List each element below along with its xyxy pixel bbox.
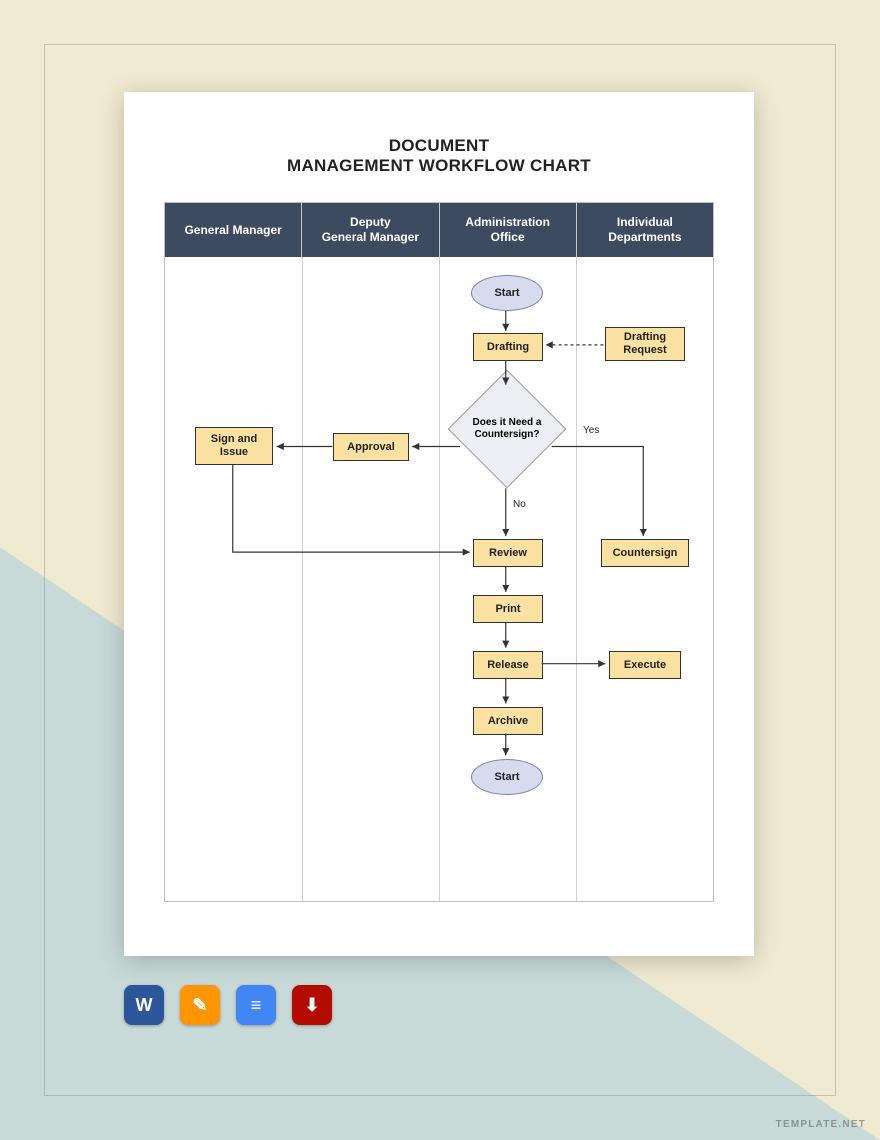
drafting-request-node: Drafting Request — [605, 327, 685, 361]
lane-separator — [302, 257, 303, 901]
google-docs-icon: ≡ — [236, 985, 276, 1025]
print-node: Print — [473, 595, 543, 623]
review-node: Review — [473, 539, 543, 567]
title-line-1: DOCUMENT — [164, 136, 714, 156]
lane-header-dgm: Deputy General Manager — [302, 203, 439, 257]
lane-header-dept: Individual Departments — [577, 203, 713, 257]
lane-header-admin: Administration Office — [440, 203, 577, 257]
sign-issue-node: Sign and Issue — [195, 427, 273, 465]
word-icon: W — [124, 985, 164, 1025]
lane-separator — [576, 257, 577, 901]
approval-node: Approval — [333, 433, 409, 461]
page-title: DOCUMENT MANAGEMENT WORKFLOW CHART — [164, 136, 714, 176]
yes-label: Yes — [583, 425, 599, 436]
lane-header-gm: General Manager — [165, 203, 302, 257]
format-icons-row: W ✎ ≡ ⬇ — [124, 985, 332, 1025]
drafting-node: Drafting — [473, 333, 543, 361]
execute-node: Execute — [609, 651, 681, 679]
watermark-text: TEMPLATE.NET — [776, 1119, 866, 1130]
decision-node: Does it Need a Countersign? — [448, 370, 567, 489]
release-node: Release — [473, 651, 543, 679]
pdf-icon: ⬇ — [292, 985, 332, 1025]
lane-separator — [439, 257, 440, 901]
document-page: DOCUMENT MANAGEMENT WORKFLOW CHART Gener… — [124, 92, 754, 956]
swimlane-body: Start Drafting Does it Need a Countersig… — [165, 257, 713, 901]
swimlane-headers: General Manager Deputy General Manager A… — [165, 203, 713, 257]
pages-icon: ✎ — [180, 985, 220, 1025]
swimlane-container: General Manager Deputy General Manager A… — [164, 202, 714, 902]
title-line-2: MANAGEMENT WORKFLOW CHART — [164, 156, 714, 176]
end-node: Start — [471, 759, 543, 795]
archive-node: Archive — [473, 707, 543, 735]
start-node: Start — [471, 275, 543, 311]
no-label: No — [513, 499, 526, 510]
countersign-node: Countersign — [601, 539, 689, 567]
